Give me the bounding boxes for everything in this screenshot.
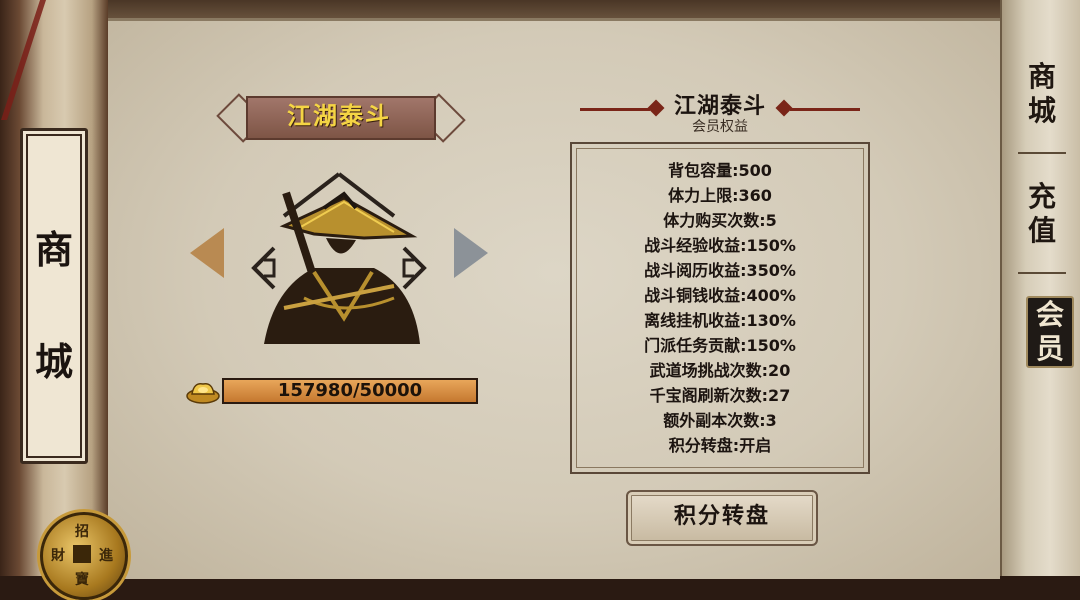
fortune-coin-button[interactable]: 招 財 進 寶 [40, 512, 128, 600]
coin-char: 進 [99, 548, 113, 564]
benefit-item: 千宝阁刷新次数:27 [649, 386, 791, 405]
tab-recharge-char: 充 [1027, 180, 1056, 213]
coin-char: 招 [75, 524, 89, 540]
vip-progress-bar: 157980/50000 [222, 378, 478, 404]
tab-member[interactable]: 会 员 [1026, 296, 1074, 368]
rank-ribbon: 江湖泰斗 [216, 92, 466, 143]
triangle-left-icon[interactable] [190, 228, 224, 278]
tab-shop-char: 商 [1027, 60, 1056, 93]
panel-subtitle: 会员权益 [692, 119, 748, 135]
tab-recharge[interactable]: 充 值 [1002, 180, 1080, 248]
coin-hole [73, 545, 91, 563]
scroll-char: 商 [34, 227, 73, 272]
rank-title: 江湖泰斗 [287, 102, 391, 130]
progress-text: 157980/50000 [277, 380, 423, 401]
tab-recharge-char: 值 [1027, 214, 1056, 247]
benefit-item: 额外副本次数:3 [663, 411, 777, 430]
right-tab-bar: 商 城 充 值 会 员 [1000, 0, 1080, 576]
benefit-item: 武道场挑战次数:20 [649, 361, 791, 380]
tab-divider [1018, 272, 1066, 274]
top-border [108, 0, 1000, 20]
tab-shop-char: 城 [1027, 94, 1056, 127]
triangle-right-icon[interactable] [454, 228, 488, 278]
panel-heading: 江湖泰斗 会员权益 [570, 88, 870, 138]
swordsman-portrait [251, 172, 427, 344]
coin-char: 寶 [75, 572, 89, 588]
benefit-item: 积分转盘:开启 [668, 436, 772, 455]
benefit-item: 体力上限:360 [668, 186, 772, 205]
benefit-item: 战斗阅历收益:350% [644, 261, 796, 280]
coin-char: 財 [51, 548, 65, 564]
benefits-list: 背包容量:500 体力上限:360 体力购买次数:5 战斗经验收益:150% 战斗阅历收… [572, 158, 868, 458]
tab-divider [1018, 152, 1066, 154]
gold-ingot-icon [186, 382, 220, 404]
tab-member-char: 会 [1035, 298, 1064, 331]
benefit-item: 体力购买次数:5 [663, 211, 777, 230]
benefit-item: 门派任务贡献:150% [644, 336, 796, 355]
benefit-item: 背包容量:500 [668, 161, 772, 180]
points-wheel-button[interactable]: 积分转盘 [626, 490, 818, 546]
tab-member-char: 员 [1035, 332, 1064, 365]
scroll-banner: 商 城 [20, 128, 88, 464]
benefit-item: 战斗铜钱收益:400% [644, 286, 796, 305]
benefit-item: 战斗经验收益:150% [644, 236, 796, 255]
tab-shop[interactable]: 商 城 [1002, 60, 1080, 128]
scroll-char: 城 [34, 339, 73, 384]
benefits-box: 背包容量:500 体力上限:360 体力购买次数:5 战斗经验收益:150% 战斗阅历收… [570, 142, 870, 474]
benefit-item: 离线挂机收益:130% [644, 311, 796, 330]
